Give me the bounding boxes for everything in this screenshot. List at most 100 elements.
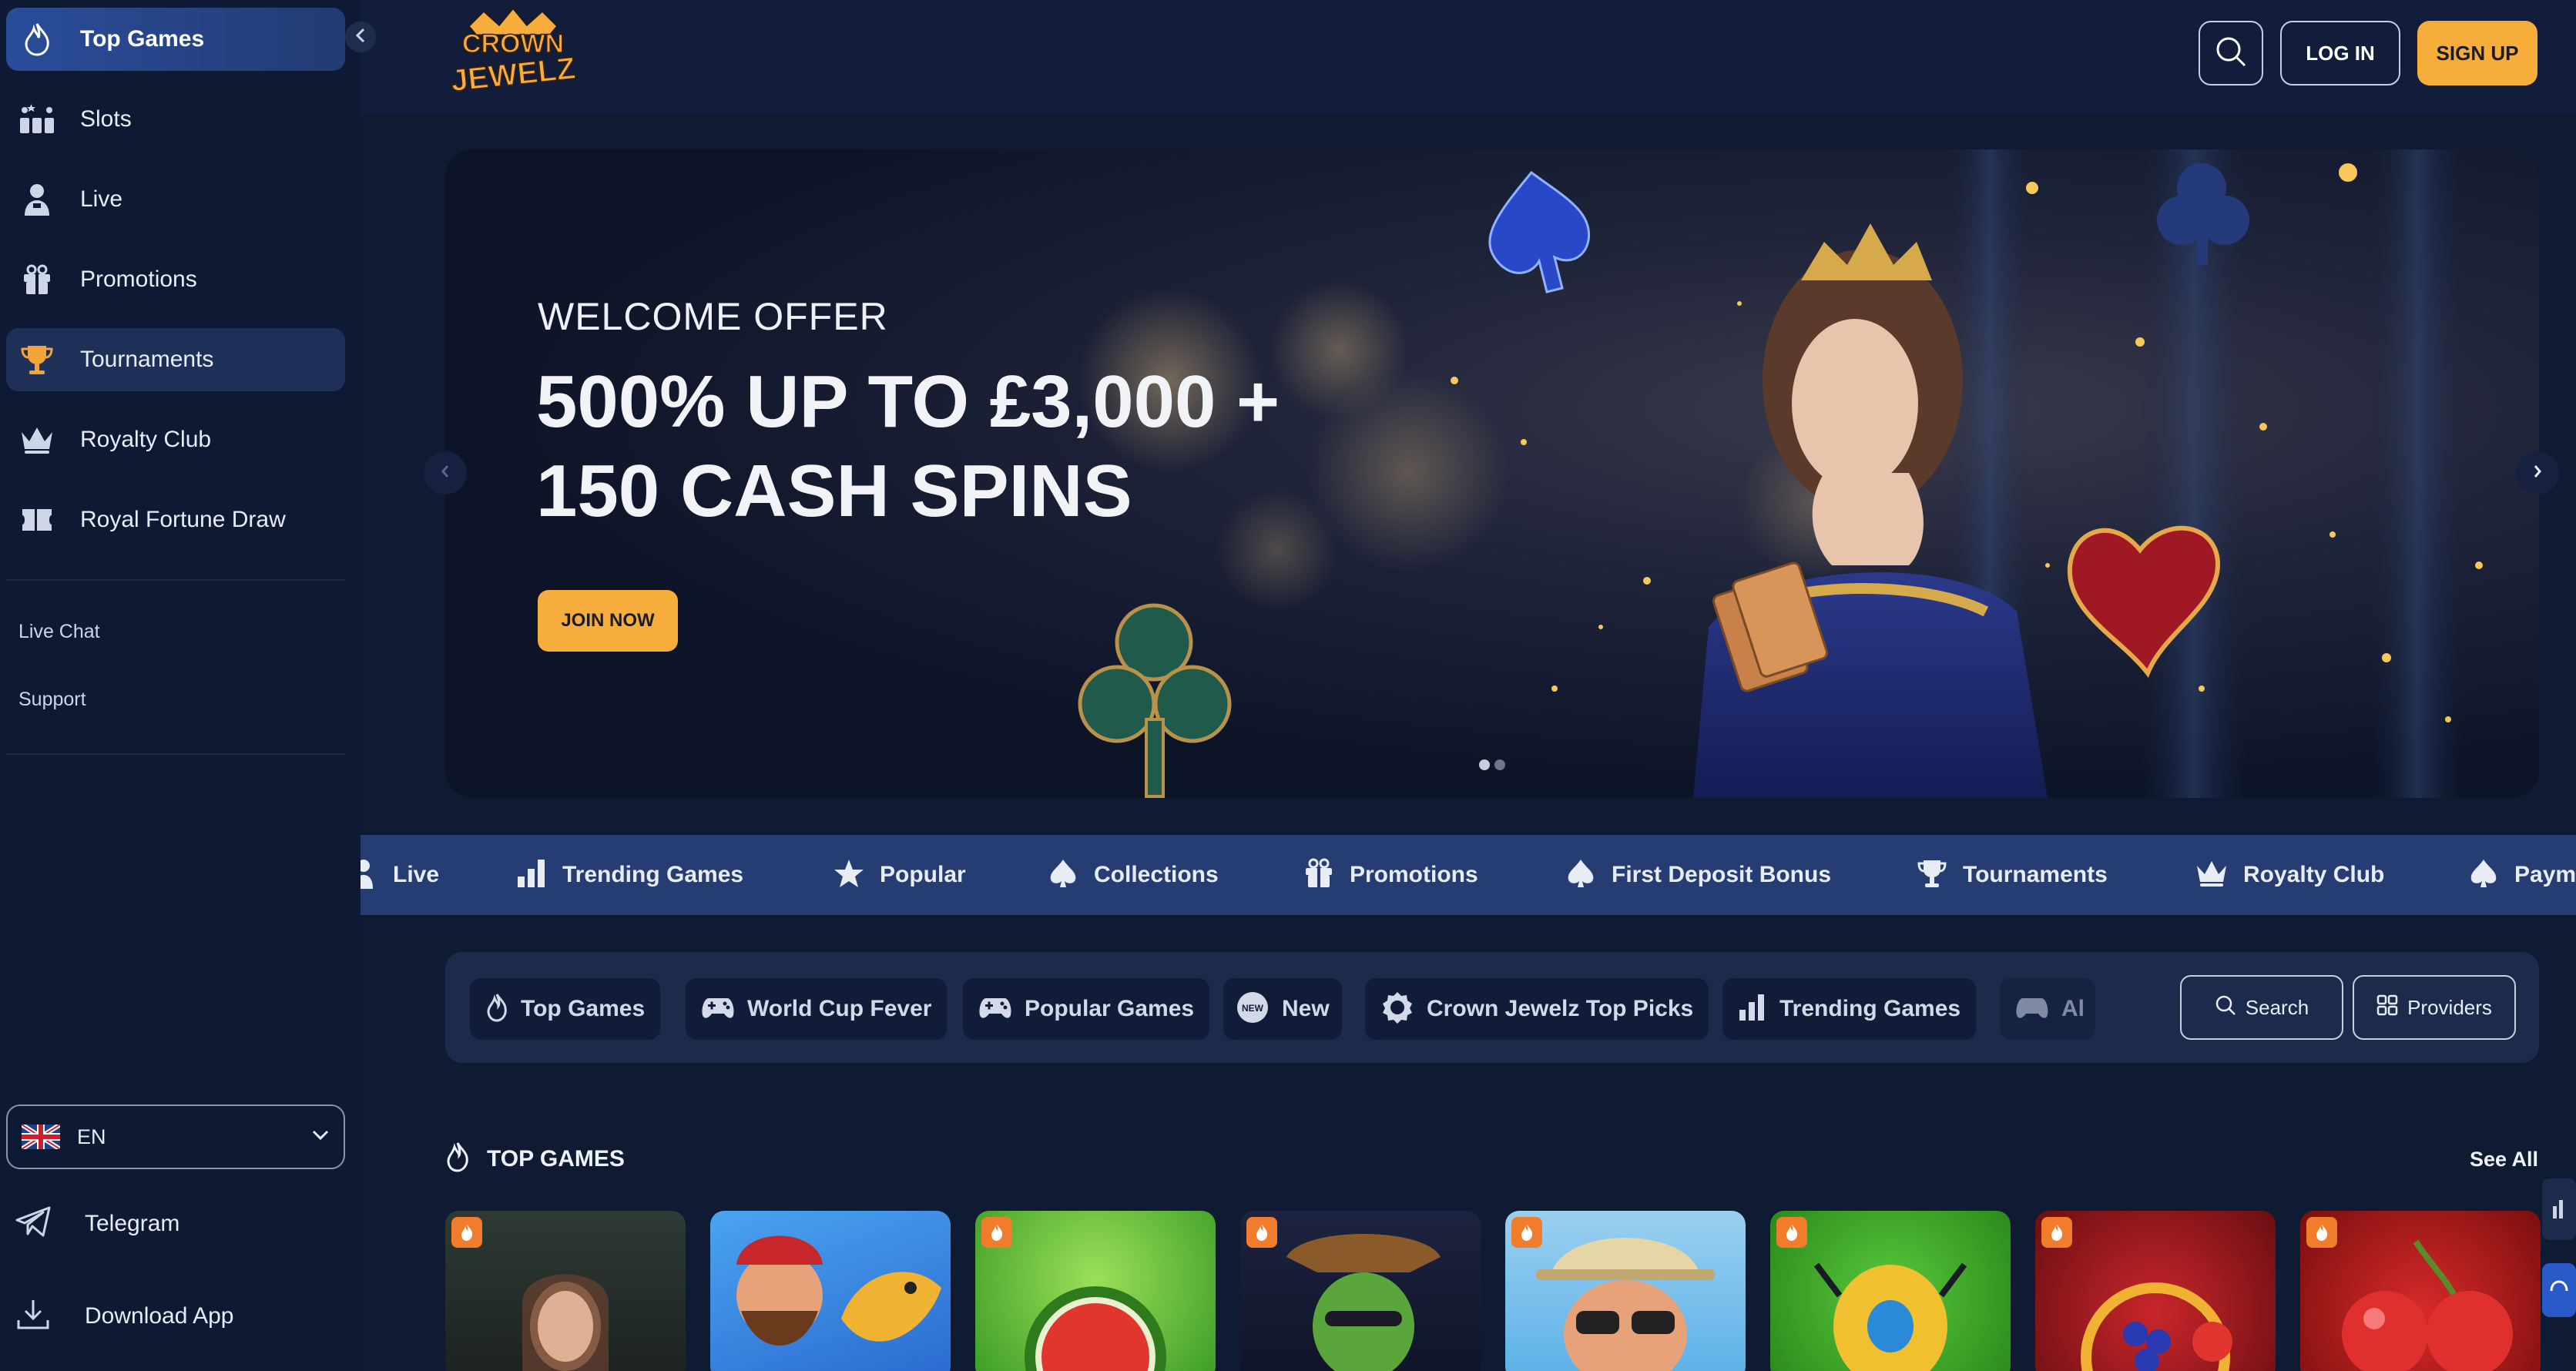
game-tile[interactable] xyxy=(1240,1211,1481,1371)
sidebar-item-royalty-club[interactable]: Royalty Club xyxy=(6,408,345,471)
section-title-label: TOP GAMES xyxy=(487,1145,625,1172)
category-promotions[interactable]: Promotions xyxy=(1303,835,1478,915)
hero-headline-line: 500% UP TO £3,000 + xyxy=(536,360,1280,443)
language-select[interactable]: EN xyxy=(6,1105,345,1169)
live-chat-link[interactable]: Live Chat xyxy=(18,621,100,643)
category-label: Collections xyxy=(1094,862,1219,887)
sidebar-item-label: Royalty Club xyxy=(80,427,212,452)
crown-icon xyxy=(17,420,57,460)
game-tile[interactable] xyxy=(445,1211,686,1371)
category-label: Live xyxy=(393,862,440,887)
game-tile[interactable] xyxy=(1505,1211,1746,1371)
top-games-heading: TOP GAMES xyxy=(445,1141,625,1176)
filter-chip-label: Popular Games xyxy=(1025,996,1195,1021)
game-filter-bar: Top Games World Cup Fever Popular Games … xyxy=(445,952,2539,1063)
category-trending-games[interactable]: Trending Games xyxy=(516,835,743,915)
filter-chip-label: Trending Games xyxy=(1779,996,1961,1021)
see-all-link[interactable]: See All xyxy=(2470,1148,2538,1172)
filter-chip-label: Top Games xyxy=(521,996,646,1021)
sidebar-divider xyxy=(6,579,345,581)
gamepad-icon xyxy=(978,995,1012,1024)
filter-chip-world-cup-fever[interactable]: World Cup Fever xyxy=(686,978,948,1040)
badge-icon xyxy=(1380,991,1414,1028)
signup-button[interactable]: SIGN UP xyxy=(2417,21,2537,85)
sidebar-item-label: Live xyxy=(80,186,123,212)
gift-icon xyxy=(1303,858,1334,893)
filter-chip-new[interactable]: NEW New xyxy=(1223,978,1342,1040)
category-collections[interactable]: Collections xyxy=(1048,835,1219,915)
filter-chip-top-picks[interactable]: Crown Jewelz Top Picks xyxy=(1365,978,1709,1040)
slots-icon xyxy=(17,99,57,139)
sidebar-item-label: Top Games xyxy=(80,26,205,52)
filter-chip-popular-games[interactable]: Popular Games xyxy=(963,978,1210,1040)
hot-badge-icon xyxy=(1511,1217,1542,1248)
category-label: Royalty Club xyxy=(2243,862,2385,887)
bar-chart-icon xyxy=(1738,993,1767,1026)
crown-jewelz-logo[interactable]: CROWN JEWELZ xyxy=(445,5,581,102)
casino-app: Top Games Slots Live Promotions Tourname… xyxy=(0,0,2576,1371)
hot-badge-icon xyxy=(2041,1217,2072,1248)
game-thumbnail xyxy=(736,1235,941,1346)
crown-icon xyxy=(2195,859,2228,892)
grid-icon xyxy=(2376,994,2398,1021)
carousel-dot[interactable] xyxy=(1479,759,1490,770)
carousel-prev-button[interactable] xyxy=(424,451,467,494)
sidebar-collapse-button[interactable] xyxy=(345,22,376,52)
bar-chart-icon xyxy=(516,858,547,893)
hot-badge-icon xyxy=(1776,1217,1807,1248)
spade-icon xyxy=(1048,858,1078,893)
filter-chip-label: New xyxy=(1282,996,1330,1021)
category-label: Paym xyxy=(2514,862,2576,887)
game-tile[interactable] xyxy=(975,1211,1216,1371)
game-tile[interactable] xyxy=(2300,1211,2541,1371)
join-now-button[interactable]: JOIN NOW xyxy=(538,590,678,652)
hero-headline: 500% UP TO £3,000 + 150 CASH SPINS xyxy=(536,357,1461,536)
sidebar-item-promotions[interactable]: Promotions xyxy=(6,248,345,311)
trophy-icon xyxy=(1917,858,1947,893)
category-label: Promotions xyxy=(1350,862,1478,887)
sidebar-nav: Top Games Slots Live Promotions Tourname… xyxy=(6,8,345,568)
sidebar-item-live[interactable]: Live xyxy=(6,168,345,231)
login-button[interactable]: LOG IN xyxy=(2280,21,2400,85)
ticket-icon xyxy=(17,500,57,540)
game-search-button[interactable]: Search xyxy=(2180,975,2343,1040)
sidebar-item-slots[interactable]: Slots xyxy=(6,88,345,151)
game-tile[interactable] xyxy=(2035,1211,2276,1371)
svg-text:NEW: NEW xyxy=(1242,1003,1264,1014)
support-link[interactable]: Support xyxy=(18,689,86,711)
chevron-down-icon xyxy=(311,1129,330,1145)
chevron-right-icon xyxy=(2533,464,2542,483)
telegram-link[interactable]: Telegram xyxy=(15,1206,179,1241)
category-first-deposit-bonus[interactable]: First Deposit Bonus xyxy=(1565,835,1831,915)
sidebar-item-royal-fortune-draw[interactable]: Royal Fortune Draw xyxy=(6,488,345,551)
category-popular[interactable]: Popular xyxy=(834,835,966,915)
sidebar-item-top-games[interactable]: Top Games xyxy=(6,8,345,71)
hot-badge-icon xyxy=(2306,1217,2337,1248)
category-royalty-club[interactable]: Royalty Club xyxy=(2195,835,2384,915)
category-label: First Deposit Bonus xyxy=(1612,862,1832,887)
game-tile[interactable] xyxy=(710,1211,951,1371)
floating-side-tools xyxy=(2542,1178,2576,1317)
trophy-icon xyxy=(17,340,57,380)
filter-chip-all[interactable]: Al xyxy=(2000,978,2095,1040)
header-search-button[interactable] xyxy=(2199,21,2263,85)
category-live[interactable]: Live xyxy=(361,835,439,915)
carousel-next-button[interactable] xyxy=(2516,451,2559,494)
sidebar-item-tournaments[interactable]: Tournaments xyxy=(6,328,345,391)
search-icon xyxy=(2214,35,2248,72)
filter-chip-trending-games[interactable]: Trending Games xyxy=(1722,978,1977,1040)
star-icon xyxy=(834,858,864,893)
gift-icon xyxy=(17,260,57,300)
sidebar-item-label: Slots xyxy=(80,106,132,132)
carousel-dot[interactable] xyxy=(1494,759,1505,770)
category-tournaments[interactable]: Tournaments xyxy=(1917,835,2108,915)
hot-badge-icon xyxy=(1246,1217,1277,1248)
hero-headline-line: 150 CASH SPINS xyxy=(536,450,1132,532)
hero-banner: WELCOME OFFER 500% UP TO £3,000 + 150 CA… xyxy=(445,149,2539,798)
filter-chip-top-games[interactable]: Top Games xyxy=(470,978,661,1040)
game-search-label: Search xyxy=(2245,995,2309,1019)
game-tile[interactable] xyxy=(1770,1211,2011,1371)
category-payments[interactable]: Paym xyxy=(2468,835,2576,915)
providers-button[interactable]: Providers xyxy=(2353,975,2516,1040)
download-app-link[interactable]: Download App xyxy=(15,1297,233,1335)
